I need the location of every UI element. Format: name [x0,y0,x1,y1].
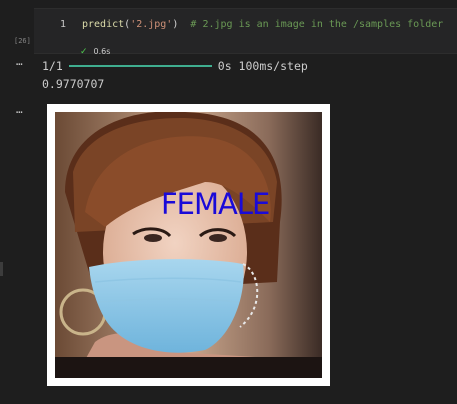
line-number: 1 [60,19,67,30]
progress-line: 1/1 0s 100ms/step [42,59,308,73]
code-comment: # 2.jpg is an image in the /samples fold… [190,19,444,30]
run-status: ✓ 0.6s [80,47,110,57]
code-paren-close: ) [172,19,179,30]
progress-step: 1/1 [42,59,63,73]
score-output: 0.9770707 [42,77,105,91]
run-time: 0.6s [93,47,111,56]
code-line[interactable]: predict('2.jpg') # 2.jpg is an image in … [82,19,443,30]
output-image-frame [47,104,330,386]
output-more-icon[interactable]: … [16,56,23,67]
output-image [55,112,322,378]
progress-bar [68,64,212,67]
checkmark-icon: ✓ [80,47,88,57]
code-function: predict [82,19,125,30]
code-cell[interactable]: 1 predict('2.jpg') # 2.jpg is an image i… [34,8,457,57]
execution-count: [26] [14,37,31,45]
gutter-marker [0,262,3,276]
code-string: '2.jpg' [130,19,173,30]
progress-time: 0s 100ms/step [217,59,308,73]
output-more-icon-2[interactable]: … [16,104,23,115]
prediction-label: FEMALE [161,187,270,221]
